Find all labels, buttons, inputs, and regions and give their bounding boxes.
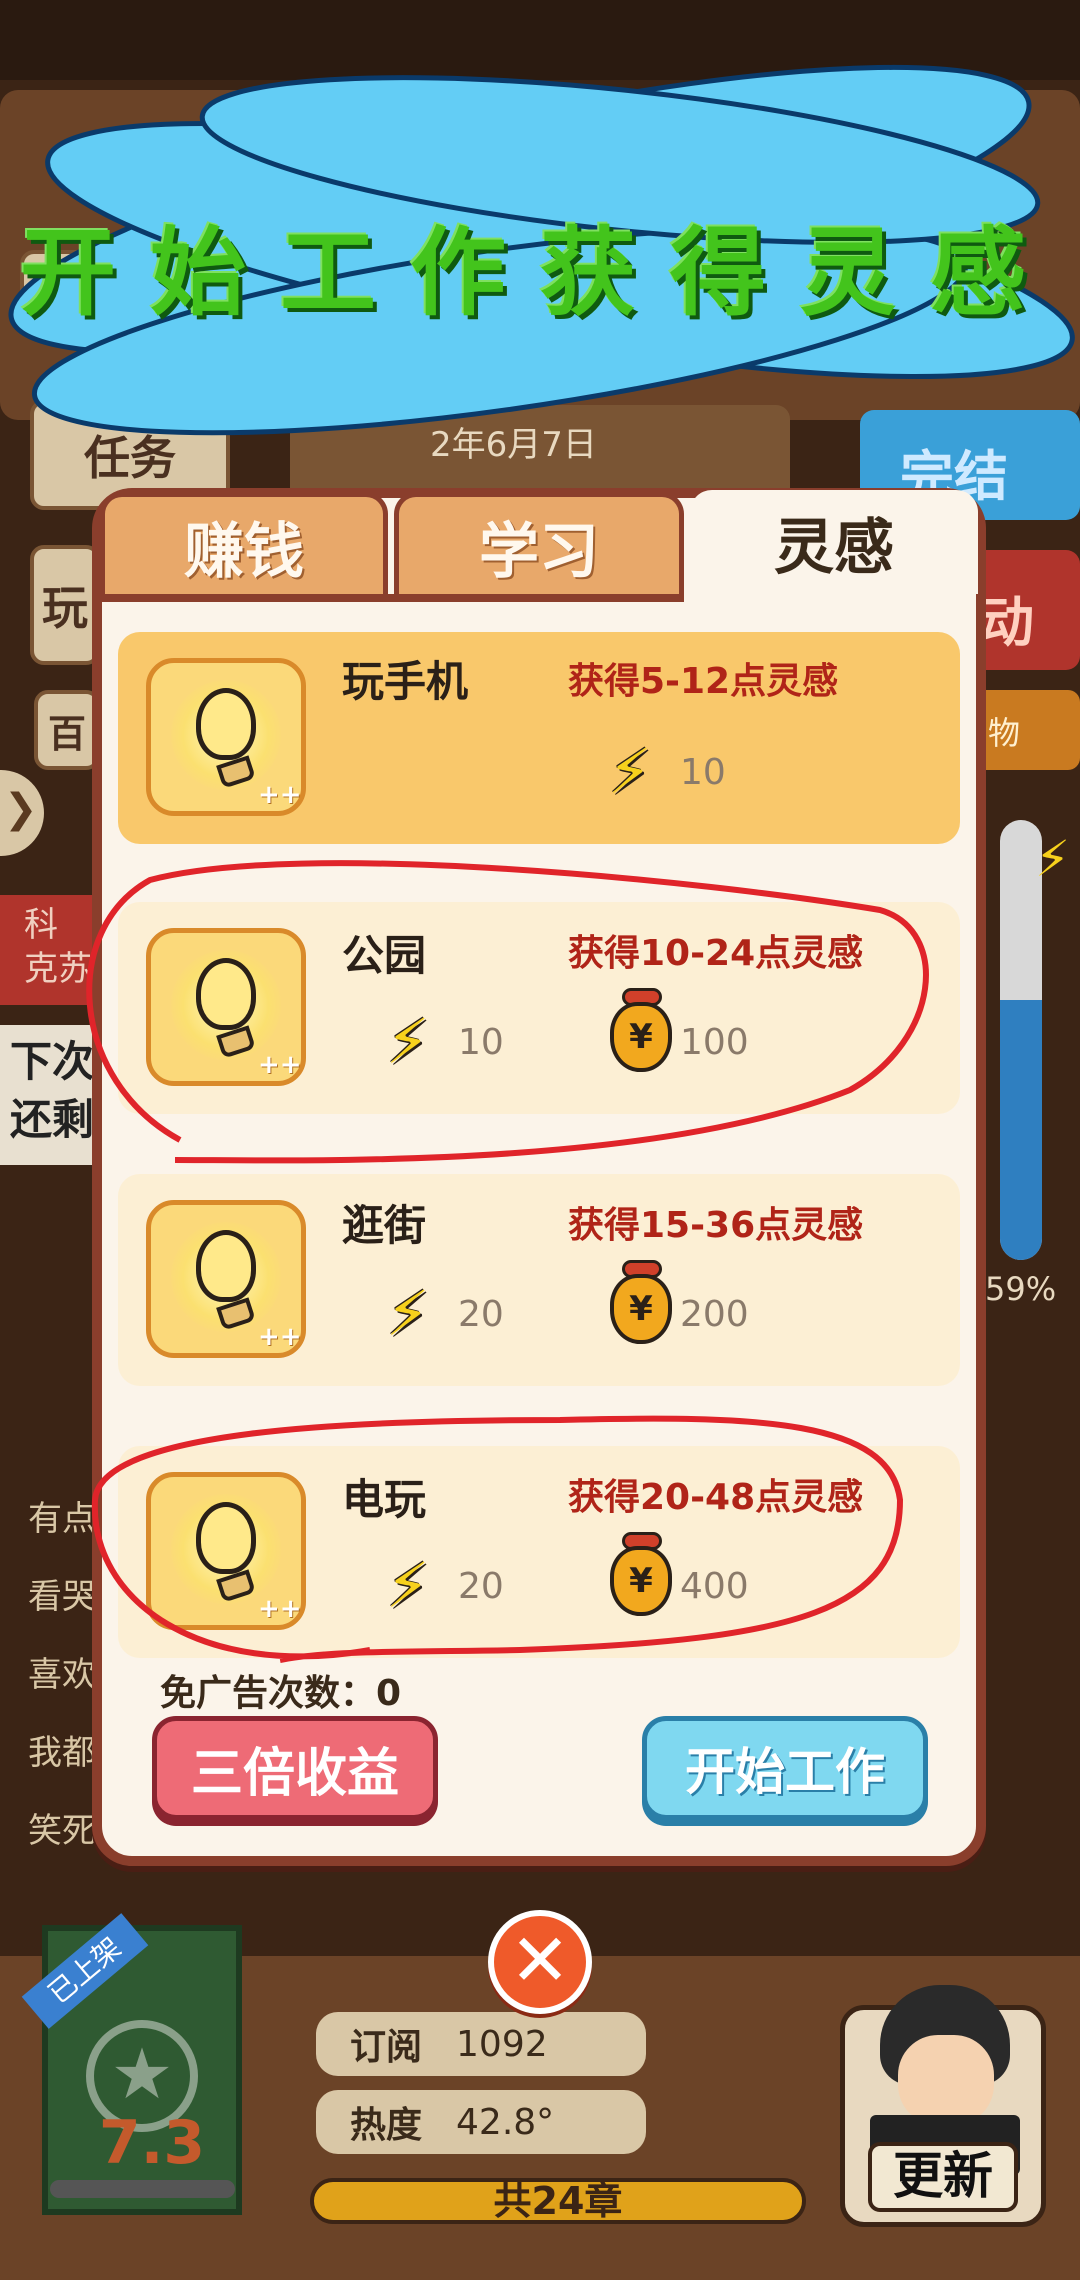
subscription-stat: 订阅 1092: [316, 2012, 646, 2076]
tab-inspiration[interactable]: 灵感: [690, 490, 978, 594]
heat-value: 42.8°: [456, 2101, 555, 2143]
start-work-button[interactable]: 开始工作: [642, 1716, 928, 1820]
money-cost: 400: [680, 1566, 749, 1607]
bg-genre-block: 科 克苏: [0, 895, 96, 1005]
energy-bolt-icon: ⚡: [386, 1277, 430, 1350]
bg-hundred-button: 百: [34, 690, 100, 770]
money-bag-icon: ¥: [610, 1002, 672, 1072]
energy-cost: 10: [458, 1022, 504, 1063]
update-button[interactable]: 更新: [868, 2142, 1018, 2212]
activity-name: 电玩: [342, 1475, 427, 1524]
bg-bolt-icon: ⚡: [1035, 830, 1071, 888]
avatar: [898, 2035, 994, 2125]
bg-energy-meter-fill: [1000, 1000, 1042, 1260]
chapter-count: 共24章: [310, 2178, 806, 2224]
plus-icon: ++: [258, 1322, 302, 1352]
activity-name: 逛街: [342, 1201, 427, 1250]
activity-gain: 获得5-12点灵感: [568, 661, 839, 702]
bg-next-block: 下次 还剩: [0, 1025, 96, 1165]
book-score: 7.3: [98, 2108, 206, 2178]
money-bag-icon: ¥: [610, 1546, 672, 1616]
subscription-value: 1092: [456, 2023, 548, 2065]
activity-name: 公园: [342, 931, 427, 980]
money-cost: 100: [680, 1022, 749, 1063]
energy-bolt-icon: ⚡: [608, 735, 652, 808]
tab-divider: [100, 594, 684, 602]
plus-icon: ++: [258, 1050, 302, 1080]
energy-bolt-icon: ⚡: [386, 1549, 430, 1622]
banner-title: 开始工作获得灵感: [20, 217, 1060, 329]
ad-free-count: 免广告次数：0: [160, 1673, 402, 1714]
lightbulb-icon: [196, 688, 256, 760]
energy-cost: 20: [458, 1294, 504, 1335]
activity-gain: 获得15-36点灵感: [568, 1205, 864, 1246]
bg-comment-list: 有点 看哭 喜欢 我都 笑死: [28, 1480, 98, 1870]
bg-comment: 有点: [28, 1499, 96, 1539]
bg-comment: 看哭: [28, 1577, 96, 1617]
book-progress-bar: [50, 2180, 235, 2198]
lightbulb-icon: [196, 958, 256, 1030]
bg-comment: 笑死: [28, 1811, 96, 1851]
bg-comment: 喜欢: [28, 1655, 96, 1695]
heat-label: 热度: [350, 2105, 423, 2146]
energy-bolt-icon: ⚡: [386, 1005, 430, 1078]
energy-cost: 20: [458, 1566, 504, 1607]
plus-icon: ++: [258, 1594, 302, 1624]
energy-cost: 10: [680, 752, 726, 793]
tab-earn-money[interactable]: 赚钱: [100, 492, 388, 596]
activity-name: 玩手机: [342, 657, 469, 706]
plus-icon: ++: [258, 780, 302, 810]
close-icon[interactable]: ✕: [488, 1910, 592, 2014]
heat-stat: 热度 42.8°: [316, 2090, 646, 2154]
activity-gain: 获得10-24点灵感: [568, 933, 864, 974]
lightbulb-icon: [196, 1502, 256, 1574]
lightbulb-icon: [196, 1230, 256, 1302]
subscription-label: 订阅: [350, 2027, 423, 2068]
money-cost: 200: [680, 1294, 749, 1335]
activity-gain: 获得20-48点灵感: [568, 1477, 864, 1518]
bg-play-button: 玩: [30, 545, 100, 665]
tab-study[interactable]: 学习: [394, 492, 684, 596]
triple-reward-button[interactable]: 三倍收益: [152, 1716, 438, 1820]
bg-comment: 我都: [28, 1733, 96, 1773]
bg-meter-percent: 59%: [985, 1270, 1057, 1308]
money-bag-icon: ¥: [610, 1274, 672, 1344]
